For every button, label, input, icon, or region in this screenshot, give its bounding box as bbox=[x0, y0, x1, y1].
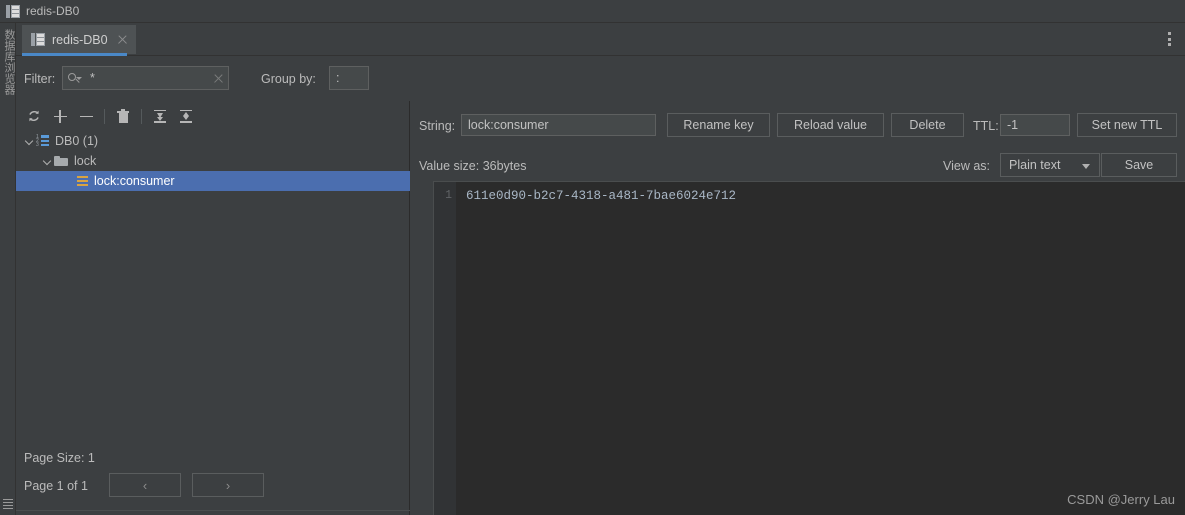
filter-bar: Filter: * Group by: : bbox=[16, 56, 1185, 101]
page-size-label: Page Size: 1 bbox=[24, 451, 95, 465]
close-icon[interactable] bbox=[117, 34, 128, 45]
line-number: 1 bbox=[445, 189, 452, 202]
value-meta-row: Value size: 36bytes View as: Plain text … bbox=[411, 153, 1185, 181]
refresh-button[interactable] bbox=[21, 104, 47, 128]
prev-page-button[interactable]: ‹ bbox=[109, 473, 181, 497]
tab-label: redis-DB0 bbox=[52, 32, 108, 47]
key-list-icon bbox=[77, 176, 88, 187]
chevron-down-icon bbox=[1082, 164, 1090, 169]
left-tool-strip: 数据库浏览器 bbox=[0, 23, 16, 515]
group-by-input[interactable]: : bbox=[329, 66, 369, 90]
delete-button[interactable] bbox=[110, 104, 136, 128]
search-icon[interactable] bbox=[68, 72, 82, 85]
chevron-down-icon[interactable] bbox=[40, 154, 54, 168]
trash-icon bbox=[117, 109, 129, 123]
view-as-select[interactable]: Plain text bbox=[1000, 153, 1100, 177]
group-by-label: Group by: bbox=[261, 72, 316, 86]
page-of-label: Page 1 of 1 bbox=[24, 479, 88, 493]
view-as-value: Plain text bbox=[1009, 158, 1061, 172]
window-titlebar: redis-DB0 bbox=[0, 0, 1185, 23]
folder-icon bbox=[54, 155, 68, 167]
tab-redis-db0[interactable]: redis-DB0 bbox=[22, 25, 136, 54]
pagination-bar: Page Size: 1 Page 1 of 1 ‹ › bbox=[16, 443, 410, 515]
collapse-all-button[interactable] bbox=[173, 104, 199, 128]
set-new-ttl-button[interactable]: Set new TTL bbox=[1077, 113, 1177, 137]
key-type-label: String: bbox=[419, 119, 456, 133]
key-tree: 123 DB0 (1) lock lock:consumer bbox=[16, 131, 410, 191]
tool-window-label[interactable]: 数据库浏览器 bbox=[1, 29, 15, 95]
toolbar-divider bbox=[141, 108, 142, 124]
db-table-icon bbox=[31, 33, 45, 46]
key-name-input[interactable]: lock:consumer bbox=[461, 114, 656, 136]
value-text-editor[interactable]: 1 611e0d90-b2c7-4318-a481-7bae6024e712 bbox=[433, 181, 1185, 515]
tree-node-lock-consumer[interactable]: lock:consumer bbox=[16, 171, 410, 191]
value-editor-panel: String: lock:consumer Rename key Reload … bbox=[411, 101, 1185, 515]
tree-node-label: lock bbox=[74, 154, 97, 168]
tree-node-label: DB0 (1) bbox=[55, 134, 99, 148]
save-button[interactable]: Save bbox=[1101, 153, 1177, 177]
chevron-down-icon[interactable] bbox=[22, 134, 36, 148]
refresh-icon bbox=[27, 109, 41, 123]
toolbar-divider bbox=[104, 108, 105, 124]
tree-node-label: lock:consumer bbox=[94, 174, 175, 188]
plus-icon bbox=[53, 109, 67, 123]
expand-all-button[interactable] bbox=[147, 104, 173, 128]
db-list-icon: 123 bbox=[36, 135, 49, 148]
filter-label: Filter: bbox=[24, 72, 56, 86]
close-icon[interactable] bbox=[213, 73, 224, 84]
add-key-button[interactable] bbox=[47, 104, 73, 128]
ttl-label: TTL: bbox=[973, 119, 999, 133]
list-icon bbox=[3, 499, 13, 509]
db-table-icon bbox=[6, 4, 20, 18]
rename-key-button[interactable]: Rename key bbox=[667, 113, 770, 137]
collapse-all-icon bbox=[179, 109, 193, 123]
next-page-button[interactable]: › bbox=[192, 473, 264, 497]
ttl-input[interactable]: -1 bbox=[1000, 114, 1070, 136]
tab-bar: redis-DB0 bbox=[16, 23, 1185, 56]
key-action-row: String: lock:consumer Rename key Reload … bbox=[411, 113, 1185, 141]
redis-manager-window: redis-DB0 数据库浏览器 redis-DB0 Filter: * Gro… bbox=[0, 0, 1185, 515]
expand-all-icon bbox=[153, 109, 167, 123]
window-title: redis-DB0 bbox=[26, 4, 80, 18]
tree-node-db0[interactable]: 123 DB0 (1) bbox=[16, 131, 410, 151]
view-as-label: View as: bbox=[943, 159, 991, 173]
filter-input[interactable]: * bbox=[62, 66, 229, 90]
minus-icon bbox=[79, 110, 93, 123]
reload-value-button[interactable]: Reload value bbox=[777, 113, 884, 137]
delete-key-button[interactable]: Delete bbox=[891, 113, 964, 137]
tree-toolbar bbox=[16, 101, 410, 131]
value-size-label: Value size: 36bytes bbox=[419, 159, 527, 173]
tree-node-lock[interactable]: lock bbox=[16, 151, 410, 171]
key-tree-panel: 123 DB0 (1) lock lock:consumer Page Size… bbox=[16, 101, 410, 515]
value-content: 611e0d90-b2c7-4318-a481-7bae6024e712 bbox=[466, 189, 737, 203]
remove-key-button[interactable] bbox=[73, 104, 99, 128]
editor-gutter: 1 bbox=[434, 182, 456, 515]
pagination-divider bbox=[16, 510, 410, 511]
kebab-menu-icon[interactable] bbox=[1161, 31, 1177, 47]
filter-input-value: * bbox=[90, 71, 95, 85]
